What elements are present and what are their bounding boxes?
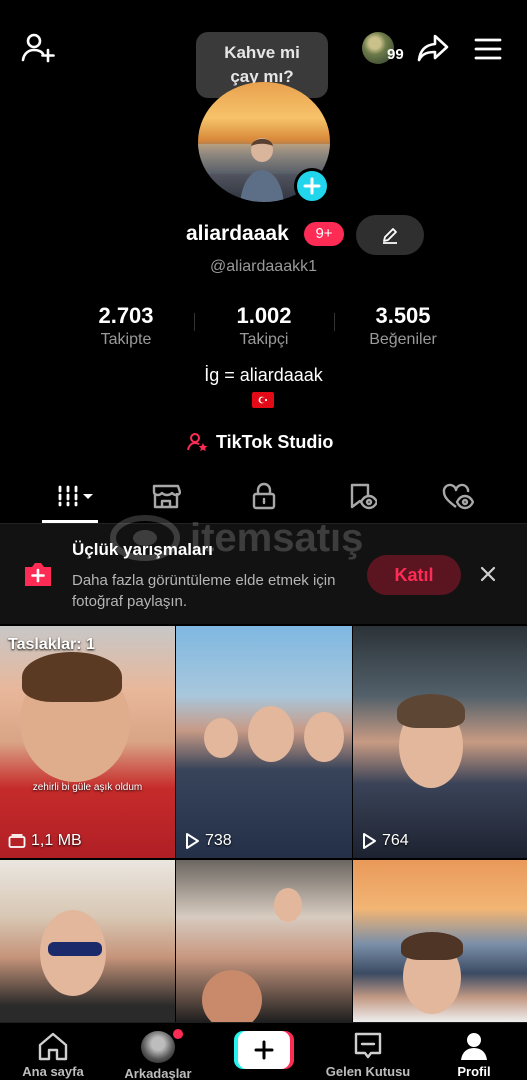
video-thumbnail[interactable]: 764 — [353, 626, 527, 858]
video-thumbnail[interactable] — [353, 860, 527, 1022]
create-button[interactable] — [234, 1031, 294, 1069]
pencil-icon — [383, 228, 397, 244]
plus-icon — [303, 177, 321, 195]
view-count: 738 — [184, 832, 232, 850]
studio-label: TikTok Studio — [216, 431, 334, 452]
profile-icon — [461, 1033, 487, 1060]
nav-label: Ana sayfa — [22, 1064, 84, 1079]
home-icon — [38, 1032, 68, 1061]
add-story-button[interactable] — [294, 168, 330, 204]
banner-description: Daha fazla görüntüleme elde etmek için f… — [72, 572, 336, 610]
camera-plus-icon — [25, 563, 51, 586]
avatar-person — [240, 138, 284, 202]
studio-icon — [187, 433, 208, 452]
bookmark-hidden-icon — [350, 483, 377, 510]
close-icon[interactable] — [476, 562, 500, 586]
nav-label: Arkadaşlar — [124, 1066, 192, 1080]
stat-label: Takipçi — [239, 331, 289, 348]
bottom-navigation: Ana sayfa Arkadaşlar Gelen Kutusu Profil — [0, 1022, 527, 1080]
tab-private[interactable] — [236, 478, 292, 514]
edit-profile-button[interactable] — [356, 215, 424, 255]
stat-followers[interactable]: 1.002 Takipçi — [194, 303, 334, 349]
tiktok-studio-link[interactable]: TikTok Studio — [186, 430, 333, 454]
profile-visitors-button[interactable]: 99 — [362, 32, 410, 66]
stat-following[interactable]: 2.703 Takipte — [56, 303, 196, 349]
video-thumbnail[interactable]: Taslaklar: 1 zehirli bi güle aşık oldum … — [0, 626, 175, 858]
bubble-text-line1: Kahve mi — [224, 43, 300, 62]
notification-badge[interactable]: 9+ — [304, 222, 344, 246]
watermark-logo-icon — [110, 515, 180, 561]
nav-inbox[interactable]: Gelen Kutusu — [318, 1031, 418, 1080]
stat-value: 1.002 — [236, 303, 292, 328]
tab-saved[interactable] — [334, 478, 390, 514]
drafts-label: Taslaklar: 1 — [8, 636, 95, 653]
heart-hidden-icon — [442, 483, 474, 510]
tab-liked[interactable] — [430, 478, 486, 514]
nav-label: Gelen Kutusu — [325, 1064, 411, 1079]
video-caption: zehirli bi güle aşık oldum — [32, 782, 143, 793]
sunglasses — [48, 942, 102, 956]
stat-likes[interactable]: 3.505 Beğeniler — [333, 303, 473, 349]
watermark: itemsatış — [110, 510, 410, 566]
grid-icon — [57, 485, 93, 507]
friends-avatar — [141, 1031, 175, 1063]
draft-size-value: 1,1 MB — [31, 832, 82, 849]
view-count-value: 764 — [382, 832, 409, 849]
nav-home[interactable]: Ana sayfa — [3, 1031, 103, 1080]
video-thumbnail[interactable] — [176, 860, 352, 1022]
profile-username: aliardaaak — [186, 222, 289, 245]
watermark-text: itemsatış — [190, 515, 364, 560]
lock-icon — [252, 482, 276, 510]
tab-videos[interactable] — [46, 478, 102, 514]
play-icon — [363, 833, 376, 849]
stat-value: 2.703 — [98, 303, 154, 328]
share-icon[interactable] — [414, 30, 452, 66]
draft-size: 1,1 MB — [8, 832, 82, 850]
nav-label: Profil — [457, 1064, 491, 1079]
play-icon — [186, 833, 199, 849]
video-thumbnail[interactable] — [0, 860, 175, 1022]
shop-icon — [152, 484, 181, 509]
tab-shop[interactable] — [138, 478, 194, 514]
active-tab-indicator — [42, 520, 98, 523]
view-count: 764 — [361, 832, 409, 850]
plus-icon — [254, 1040, 274, 1060]
nav-friends[interactable]: Arkadaşlar — [108, 1031, 208, 1080]
nav-profile[interactable]: Profil — [424, 1031, 524, 1080]
turkey-flag-icon — [252, 392, 274, 408]
stat-value: 3.505 — [375, 303, 431, 328]
menu-icon[interactable] — [470, 34, 506, 64]
profile-bio: İg = aliardaaak — [204, 365, 323, 385]
stat-label: Takipte — [100, 331, 152, 348]
draft-icon — [8, 834, 26, 848]
stat-label: Beğeniler — [369, 331, 437, 348]
inbox-icon — [354, 1032, 382, 1059]
notification-dot — [173, 1029, 183, 1039]
profile-handle: @aliardaaakk1 — [210, 258, 317, 275]
view-count-value: 738 — [205, 832, 232, 849]
add-friend-icon[interactable] — [18, 28, 58, 68]
visitor-count: 99 — [387, 46, 404, 63]
video-thumbnail[interactable]: 738 — [176, 626, 352, 858]
